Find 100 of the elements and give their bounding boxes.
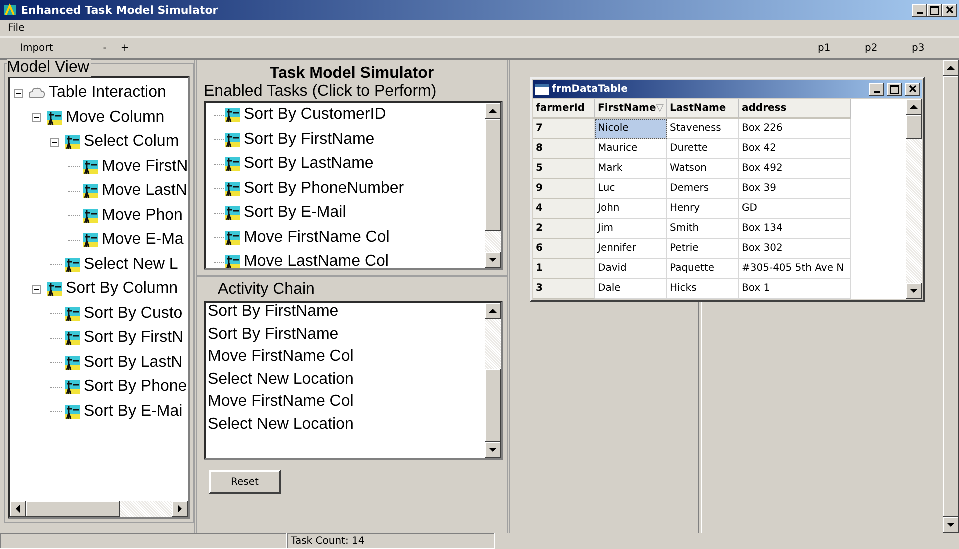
tree-item[interactable]: Table Interaction bbox=[49, 84, 166, 102]
arrow-down-icon[interactable] bbox=[947, 522, 955, 528]
window-icon bbox=[535, 84, 549, 94]
table-cell: Jim bbox=[595, 219, 667, 239]
column-header[interactable]: LastName bbox=[667, 99, 739, 119]
tree-item[interactable]: Move Phon bbox=[102, 206, 183, 225]
task-icon bbox=[64, 379, 81, 396]
task-icon bbox=[64, 330, 81, 346]
collapse-icon[interactable] bbox=[32, 284, 41, 294]
row-header[interactable]: 9 bbox=[533, 179, 595, 199]
table-cell: Box 492 bbox=[739, 159, 851, 179]
scroll-thumb[interactable] bbox=[26, 501, 120, 517]
arrow-up-icon[interactable] bbox=[489, 308, 497, 314]
tree-item[interactable]: Sort By FirstN bbox=[84, 329, 184, 348]
vertical-scrollbar[interactable] bbox=[485, 103, 501, 268]
window-title: Enhanced Task Model Simulator bbox=[21, 4, 218, 16]
tree-item[interactable]: Move Column bbox=[66, 108, 165, 127]
collapse-icon[interactable] bbox=[32, 113, 41, 122]
scroll-thumb[interactable] bbox=[485, 369, 501, 442]
menu-item[interactable]: File bbox=[8, 22, 25, 34]
tree-item[interactable]: Sort By LastN bbox=[84, 354, 183, 372]
table-cell: #305-405 5th Ave N bbox=[739, 259, 851, 279]
tree-item[interactable]: Sort By Phone bbox=[84, 378, 188, 396]
toolbar-item[interactable]: p1 bbox=[818, 42, 865, 54]
tree-item[interactable]: Select New L bbox=[84, 256, 178, 274]
table-cell: Box 134 bbox=[739, 219, 851, 239]
activity-item: Move FirstName Col bbox=[207, 348, 355, 367]
row-header[interactable]: 3 bbox=[533, 279, 595, 299]
task-item[interactable]: Sort By LastName bbox=[244, 155, 374, 174]
reset-button[interactable]: Reset bbox=[209, 470, 281, 494]
toolbar-item[interactable]: + bbox=[120, 42, 130, 54]
table-cell: John bbox=[595, 199, 667, 219]
task-icon bbox=[64, 256, 81, 273]
table-cell: David bbox=[595, 259, 667, 279]
maximize-button[interactable] bbox=[887, 82, 902, 96]
cloud-icon bbox=[28, 85, 46, 102]
task-item[interactable]: Move LastName Col bbox=[244, 253, 389, 268]
column-header[interactable]: address bbox=[739, 99, 851, 119]
horizontal-scrollbar[interactable] bbox=[10, 501, 188, 517]
arrow-down-icon[interactable] bbox=[910, 288, 918, 294]
tree-item[interactable]: Move FirstN bbox=[102, 158, 188, 176]
arrow-right-icon[interactable] bbox=[177, 505, 184, 513]
vertical-scrollbar[interactable] bbox=[485, 303, 501, 458]
toolbar-item[interactable]: p3 bbox=[912, 42, 959, 54]
arrow-left-icon[interactable] bbox=[15, 505, 21, 513]
row-header[interactable]: 1 bbox=[533, 259, 595, 279]
task-icon bbox=[224, 107, 241, 124]
task-item[interactable]: Sort By E-Mail bbox=[244, 204, 346, 222]
activity-item: Sort By FirstName bbox=[207, 326, 340, 344]
collapse-icon[interactable] bbox=[50, 138, 59, 147]
arrow-up-icon[interactable] bbox=[910, 104, 918, 110]
row-header[interactable]: 7 bbox=[533, 119, 595, 139]
panel-title: Model View bbox=[7, 59, 92, 77]
tree-item[interactable]: Move LastN bbox=[102, 182, 188, 200]
row-header[interactable]: 6 bbox=[533, 239, 595, 259]
arrow-up-icon[interactable] bbox=[489, 108, 497, 114]
maximize-button[interactable] bbox=[927, 4, 942, 16]
activity-item: Sort By FirstName bbox=[207, 303, 340, 322]
close-button[interactable] bbox=[942, 4, 957, 16]
toolbar-item[interactable]: p2 bbox=[865, 42, 912, 54]
column-header[interactable]: farmerId bbox=[533, 99, 595, 119]
row-header[interactable]: 4 bbox=[533, 199, 595, 219]
table-cell: Nicole bbox=[595, 119, 667, 139]
row-header[interactable]: 2 bbox=[533, 219, 595, 239]
arrow-up-icon[interactable] bbox=[947, 65, 955, 71]
tree-item[interactable]: Move E-Ma bbox=[102, 231, 184, 250]
column-header[interactable]: FirstName▽ bbox=[595, 99, 667, 119]
toolbar-item[interactable]: - bbox=[103, 42, 107, 54]
tree-item[interactable]: Sort By Custo bbox=[84, 304, 183, 323]
table-cell: Staveness bbox=[667, 119, 739, 139]
scroll-thumb[interactable] bbox=[906, 115, 922, 139]
row-header[interactable]: 8 bbox=[533, 139, 595, 159]
scroll-thumb[interactable] bbox=[485, 119, 501, 231]
task-icon bbox=[64, 404, 81, 420]
task-icon bbox=[224, 230, 241, 246]
toolbar-item[interactable]: Import bbox=[20, 42, 54, 54]
arrow-down-icon[interactable] bbox=[489, 447, 497, 453]
table-cell: Box 1 bbox=[739, 279, 851, 299]
task-item[interactable]: Sort By CustomerID bbox=[244, 106, 386, 124]
task-item[interactable]: Sort By PhoneNumber bbox=[244, 180, 404, 198]
task-icon bbox=[64, 306, 81, 322]
row-header[interactable]: 5 bbox=[533, 159, 595, 179]
arrow-down-icon[interactable] bbox=[489, 257, 497, 263]
table-cell: GD bbox=[739, 199, 851, 219]
tree-item[interactable]: Sort By E-Mai bbox=[84, 402, 183, 421]
table-cell: Luc bbox=[595, 179, 667, 199]
vertical-scrollbar[interactable] bbox=[906, 99, 922, 299]
table-cell: Maurice bbox=[595, 139, 667, 159]
task-icon bbox=[224, 205, 241, 222]
minimize-button[interactable] bbox=[869, 82, 884, 96]
task-item[interactable]: Sort By FirstName bbox=[244, 130, 375, 149]
close-button[interactable] bbox=[905, 82, 920, 96]
app-icon bbox=[3, 3, 17, 17]
collapse-icon[interactable] bbox=[14, 88, 23, 98]
tree-item[interactable]: Select Colum bbox=[84, 133, 180, 152]
maximize-icon bbox=[890, 84, 899, 94]
task-icon bbox=[224, 254, 241, 268]
tree-item[interactable]: Sort By Column bbox=[66, 280, 178, 298]
task-item[interactable]: Move FirstName Col bbox=[244, 228, 390, 247]
minimize-button[interactable] bbox=[912, 4, 927, 16]
